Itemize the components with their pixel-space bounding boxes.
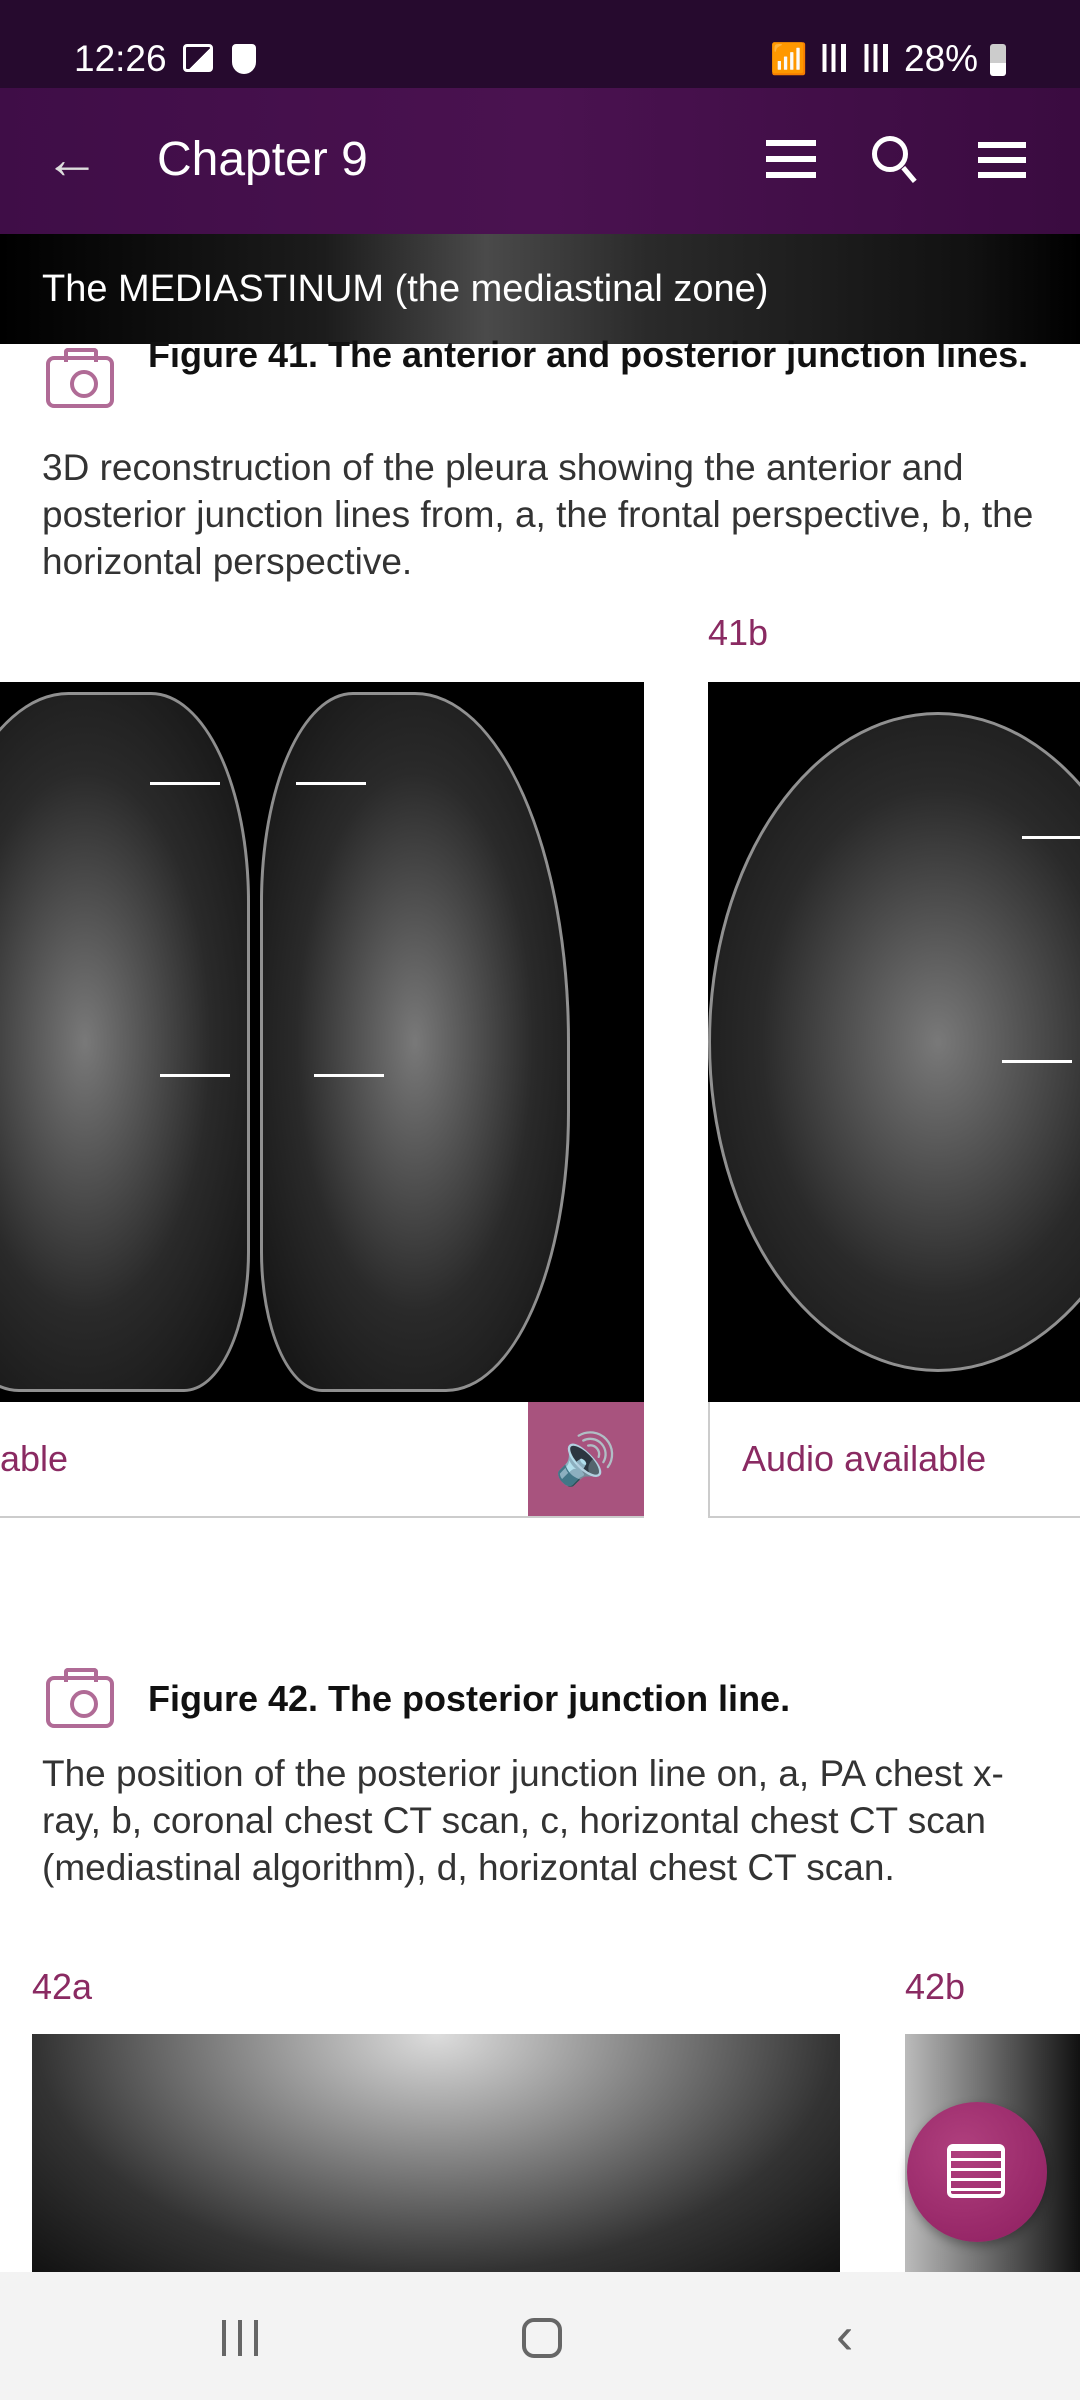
status-time: 12:26 <box>74 38 167 79</box>
camera-icon <box>46 348 114 408</box>
signal-icon <box>820 44 846 72</box>
chest-xray-icon <box>947 2144 1005 2198</box>
figure-42b-label: 42b <box>905 1966 966 2007</box>
figure-41b-image[interactable] <box>708 682 1080 1402</box>
shield-icon <box>232 44 256 74</box>
figure-41a-image[interactable] <box>0 682 644 1402</box>
chapter-banner: The MEDIASTINUM (the mediastinal zone) <box>0 234 1080 344</box>
figure-42-description: The position of the posterior junction l… <box>42 1753 1004 1888</box>
figure-41b-label: 41b <box>708 612 769 653</box>
battery-level: 28% <box>904 38 979 79</box>
back-icon[interactable]: ‹ <box>836 2306 853 2366</box>
audio-available-text: able <box>0 1438 69 1479</box>
speaker-icon[interactable]: 🔊 <box>528 1402 644 1516</box>
recent-apps-icon[interactable] <box>222 2320 258 2356</box>
image-icon <box>183 44 213 72</box>
figure-41-description: 3D reconstruction of the pleura showing … <box>42 447 1034 582</box>
figure-41-title: Figure 41. The anterior and posterior ju… <box>148 334 1029 375</box>
page-title: Chapter 9 <box>157 133 368 186</box>
menu-icon[interactable] <box>978 142 1026 178</box>
app-bar: ← Chapter 9 <box>0 88 1080 234</box>
list-icon[interactable] <box>766 140 816 178</box>
figure-42-title: Figure 42. The posterior junction line. <box>148 1678 791 1719</box>
search-icon-handle <box>901 165 917 184</box>
home-icon[interactable] <box>522 2318 562 2358</box>
audio-available-text[interactable]: Audio available <box>742 1438 986 1480</box>
camera-icon <box>46 1668 114 1728</box>
figure-42a-image[interactable] <box>32 2034 840 2274</box>
audio-bar: able 🔊 <box>0 1402 644 1518</box>
system-nav-bar: ‹ <box>0 2272 1080 2400</box>
wifi-icon: 📶 <box>770 43 808 76</box>
battery-icon <box>990 44 1006 76</box>
audio-bar: Audio available <box>708 1402 1080 1518</box>
xray-fab-button[interactable] <box>907 2102 1047 2242</box>
status-bar: 12:26 📶 28% <box>0 0 1080 88</box>
signal-icon <box>862 44 888 72</box>
back-arrow-icon[interactable]: ← <box>44 126 100 191</box>
figure-42a-label: 42a <box>32 1966 93 2007</box>
